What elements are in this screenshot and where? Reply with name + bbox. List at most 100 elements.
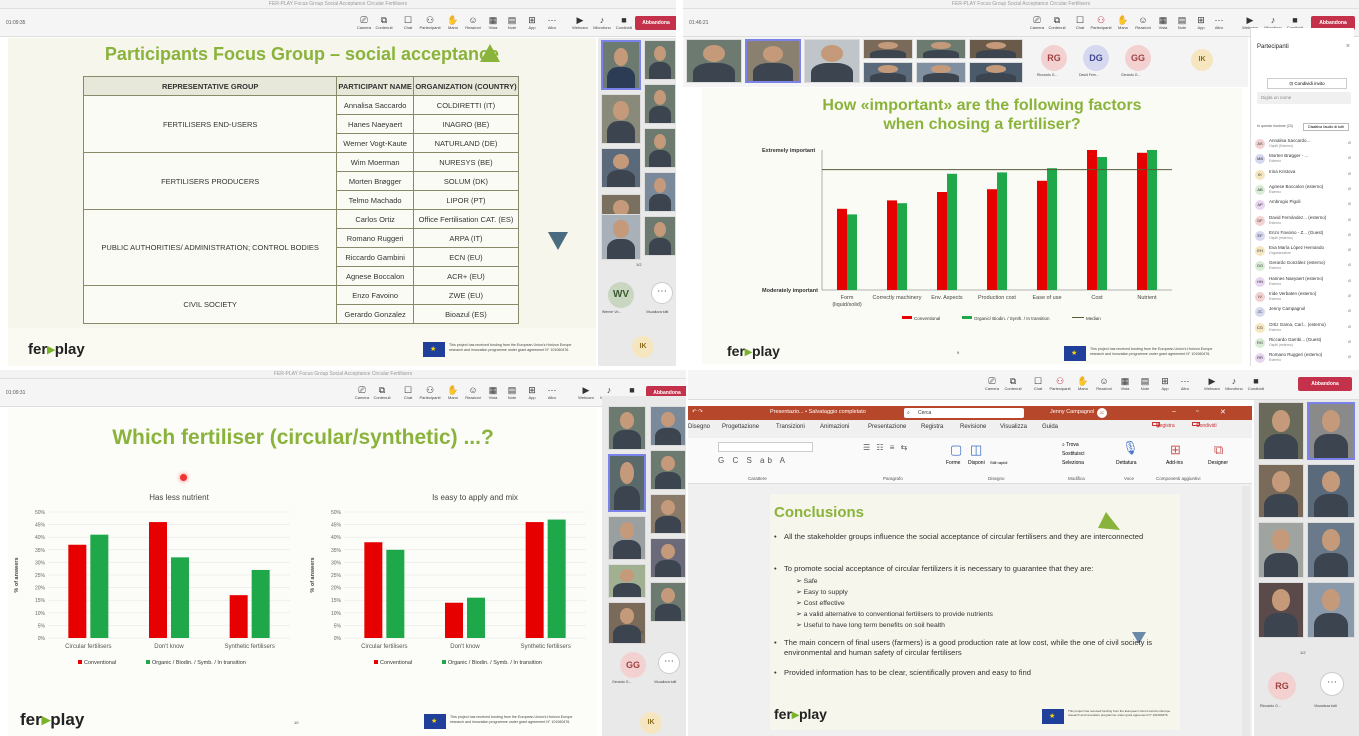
video-tile[interactable] (1307, 582, 1355, 638)
chat-button[interactable]: ☐ Chat (396, 385, 420, 403)
video-tile[interactable] (969, 39, 1023, 59)
group-header[interactable]: In questa riunione (23) (1257, 124, 1293, 128)
participant-row[interactable]: IK Irina Kristova ⌀ (1255, 169, 1353, 183)
quick-styles-button[interactable]: Stili rapidi (990, 460, 1010, 465)
participant-row[interactable]: HN Hannes Naeyaert (esterno) Esterno ⌀ (1255, 276, 1353, 290)
font-selector[interactable] (718, 442, 813, 452)
search-box[interactable]: ⌕ Cerca (904, 408, 1024, 418)
participants-button[interactable]: ⚇ Partecipanti (1048, 376, 1072, 394)
avatar[interactable]: IK (632, 336, 654, 358)
avatar[interactable]: GG (1125, 45, 1151, 71)
addins-button[interactable]: Add-ins (1166, 460, 1183, 466)
video-tile[interactable] (644, 84, 676, 124)
content-button[interactable]: ⧉ Contenuti (1045, 15, 1069, 33)
video-tile[interactable] (601, 148, 641, 188)
see-all-link[interactable]: Visualizza tutti (1314, 704, 1337, 708)
video-tile[interactable] (1258, 582, 1304, 638)
video-tile[interactable] (1307, 464, 1355, 518)
undo-icon[interactable]: ↶ ↷ (692, 409, 703, 415)
avatar[interactable]: RG (1041, 45, 1067, 71)
video-tile[interactable] (1258, 402, 1304, 460)
avatar[interactable]: GG (620, 652, 646, 678)
dictation-button[interactable]: Dettatura (1116, 460, 1137, 466)
replace-button[interactable]: Sostituisci (1062, 451, 1085, 457)
see-all-link[interactable]: Visualizza tutti (646, 310, 668, 314)
chat-button[interactable]: ☐ Chat (396, 15, 420, 33)
tab-view[interactable]: Visualizza (1000, 424, 1027, 430)
video-tile[interactable] (650, 582, 686, 622)
content-button[interactable]: ⧉ Contenuti (1001, 376, 1025, 394)
avatar[interactable]: JC (1097, 408, 1107, 418)
record-button[interactable]: ◉ Registra (1152, 422, 1175, 429)
video-tile[interactable] (650, 494, 686, 534)
close-icon[interactable]: × (1346, 43, 1350, 50)
participant-row[interactable]: AB Agnese Boccalon (esterno) Esterno ⌀ (1255, 184, 1353, 198)
participant-row[interactable]: MB Morten Brøgger - ... Esterno ⌀ (1255, 153, 1353, 167)
video-tile[interactable] (644, 128, 676, 168)
video-tile[interactable] (650, 406, 686, 446)
participants-button[interactable]: ⚇ Partecipanti (1089, 15, 1113, 33)
minimize-icon[interactable]: – (1172, 408, 1176, 415)
participant-row[interactable]: AP Ambrogio Pigoli ⌀ (1255, 199, 1353, 213)
arrange-button[interactable]: Disponi (968, 460, 985, 466)
more-button[interactable]: ⋯ Altro (540, 15, 564, 33)
webcam-button[interactable]: ▶Webcam (1200, 376, 1224, 394)
addins-icon[interactable]: ⊞ (1170, 442, 1181, 458)
tab-animations[interactable]: Animazioni (820, 424, 849, 430)
mic-icon[interactable]: 🎙 (1122, 440, 1139, 456)
video-tile[interactable] (686, 39, 742, 83)
search-input[interactable]: Digita un nome (1257, 92, 1351, 104)
video-tile[interactable] (863, 39, 913, 59)
webcam-button[interactable]: ▶Webcam (568, 15, 592, 33)
participants-button[interactable]: ⚇ Partecipanti (418, 15, 442, 33)
select-button[interactable]: Seleziona (1062, 460, 1084, 466)
find-button[interactable]: ⌕ Trova (1062, 442, 1079, 448)
tab-slideshow[interactable]: Presentazione (868, 424, 906, 430)
video-tile[interactable] (1258, 522, 1304, 578)
arrange-icon[interactable]: ◫ (970, 442, 982, 458)
avatar[interactable]: RG (1268, 672, 1296, 700)
video-tile[interactable] (863, 62, 913, 83)
participant-row[interactable]: JC Jenny Campagnol ⌀ (1255, 306, 1353, 320)
mic-button[interactable]: ♪Microfono (590, 15, 614, 33)
video-tile[interactable] (1258, 464, 1304, 518)
more-button[interactable]: ⋯ Altro (1173, 376, 1197, 394)
video-tile[interactable] (601, 94, 641, 144)
video-tile[interactable] (916, 62, 966, 83)
tab-review[interactable]: Revisione (960, 424, 986, 430)
video-tile[interactable] (608, 516, 646, 560)
gallery-pager[interactable]: 1/2 (638, 630, 644, 635)
video-tile[interactable] (745, 39, 801, 83)
participant-row[interactable]: GG Gerardo González (esterno) Esterno ⌀ (1255, 260, 1353, 274)
maximize-icon[interactable]: ▫ (1196, 408, 1198, 415)
participant-row[interactable]: DF David Fernández... (esterno) Esterno ⌀ (1255, 215, 1353, 229)
participant-row[interactable]: IV Iride Verbaten (esterno) Esterno ⌀ (1255, 291, 1353, 305)
video-tile[interactable] (969, 62, 1023, 83)
leave-button[interactable]: Abbandona (1298, 377, 1352, 391)
participant-row[interactable]: CG Ortiz Gama, Carl... (esterno) Esterno ⌀ (1255, 322, 1353, 336)
tab-record[interactable]: Registra (921, 424, 943, 430)
tab-draw[interactable]: Disegno (688, 424, 710, 430)
video-tile[interactable] (608, 602, 646, 644)
avatar[interactable]: WV (608, 282, 634, 308)
participant-row[interactable]: EH Eva María López Hernando Organizzatore ⌀ (1255, 245, 1353, 259)
video-tile[interactable] (608, 454, 646, 512)
format-icons[interactable]: G C S ab A (718, 456, 788, 465)
participants-button[interactable]: ⚇ Partecipanti (418, 385, 442, 403)
share-invite-button[interactable]: ⊡ Condividi invito (1267, 78, 1347, 89)
designer-button[interactable]: Designer (1208, 460, 1228, 466)
video-tile[interactable] (650, 538, 686, 578)
mute-all-button[interactable]: Disattiva l'audio di tutti (1303, 123, 1349, 131)
share-doc-button[interactable]: ⇪ Condividi (1192, 422, 1217, 429)
avatar[interactable]: IK (640, 712, 662, 734)
content-button[interactable]: ⧉ Contenuti (372, 15, 396, 33)
video-tile[interactable] (644, 172, 676, 212)
shapes-button[interactable]: Forme (946, 460, 960, 466)
more-button[interactable]: ⋯ Altro (1207, 15, 1231, 33)
more-participants-button[interactable]: ⋯ (651, 282, 673, 304)
video-tile[interactable] (644, 216, 676, 256)
scrollbar[interactable] (1242, 486, 1250, 736)
shapes-icon[interactable]: ▢ (950, 442, 962, 458)
video-tile[interactable] (608, 406, 646, 450)
more-participants-button[interactable]: ⋯ (1320, 672, 1344, 696)
